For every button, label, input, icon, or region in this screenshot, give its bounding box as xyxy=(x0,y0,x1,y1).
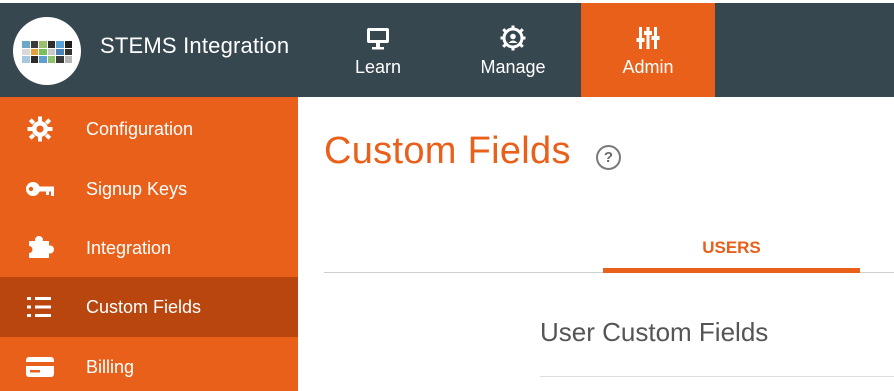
app-title: STEMS Integration xyxy=(100,33,290,58)
sidebar-item-label: Integration xyxy=(86,238,172,258)
logo-thumbnails xyxy=(22,41,72,63)
section-divider xyxy=(540,376,894,377)
sidebar-item-integration[interactable]: Integration xyxy=(0,218,298,278)
puzzle-icon xyxy=(25,236,54,258)
nav-learn[interactable]: Learn xyxy=(333,3,423,97)
sidebar-item-label: Signup Keys xyxy=(86,179,188,199)
app-logo[interactable] xyxy=(13,17,81,85)
credit-card-icon xyxy=(26,357,54,377)
nav-manage-label: Manage xyxy=(480,57,546,77)
sidebar-item-label: Configuration xyxy=(86,119,194,139)
top-edge xyxy=(0,0,894,3)
tab-users[interactable]: USERS xyxy=(603,238,860,258)
active-tab-indicator xyxy=(603,268,860,273)
nav-admin-label: Admin xyxy=(622,57,674,77)
sidebar-item-billing[interactable]: Billing xyxy=(0,337,298,391)
sidebar-item-custom-fields[interactable]: Custom Fields xyxy=(0,277,298,337)
admin-sidebar: Configuration Signup Keys Integration Cu… xyxy=(0,97,298,391)
sidebar-item-configuration[interactable]: Configuration xyxy=(0,99,298,159)
sliders-icon xyxy=(636,27,660,49)
sidebar-item-label: Billing xyxy=(86,357,135,377)
nav-admin[interactable]: Admin xyxy=(581,3,715,97)
gear-icon xyxy=(27,116,53,142)
nav-learn-label: Learn xyxy=(354,57,402,77)
list-icon xyxy=(27,297,51,317)
nav-manage[interactable]: Manage xyxy=(463,3,563,97)
gear-icon xyxy=(500,25,526,51)
top-navigation-bar: STEMS Integration Learn Manage Admin xyxy=(0,0,894,97)
section-title: User Custom Fields xyxy=(540,317,769,347)
help-icon[interactable]: ? xyxy=(596,145,621,170)
sidebar-item-signup-keys[interactable]: Signup Keys xyxy=(0,159,298,219)
key-icon xyxy=(26,182,54,196)
sidebar-item-label: Custom Fields xyxy=(86,297,202,317)
monitor-icon xyxy=(367,28,389,50)
page-title: Custom Fields xyxy=(324,130,571,172)
